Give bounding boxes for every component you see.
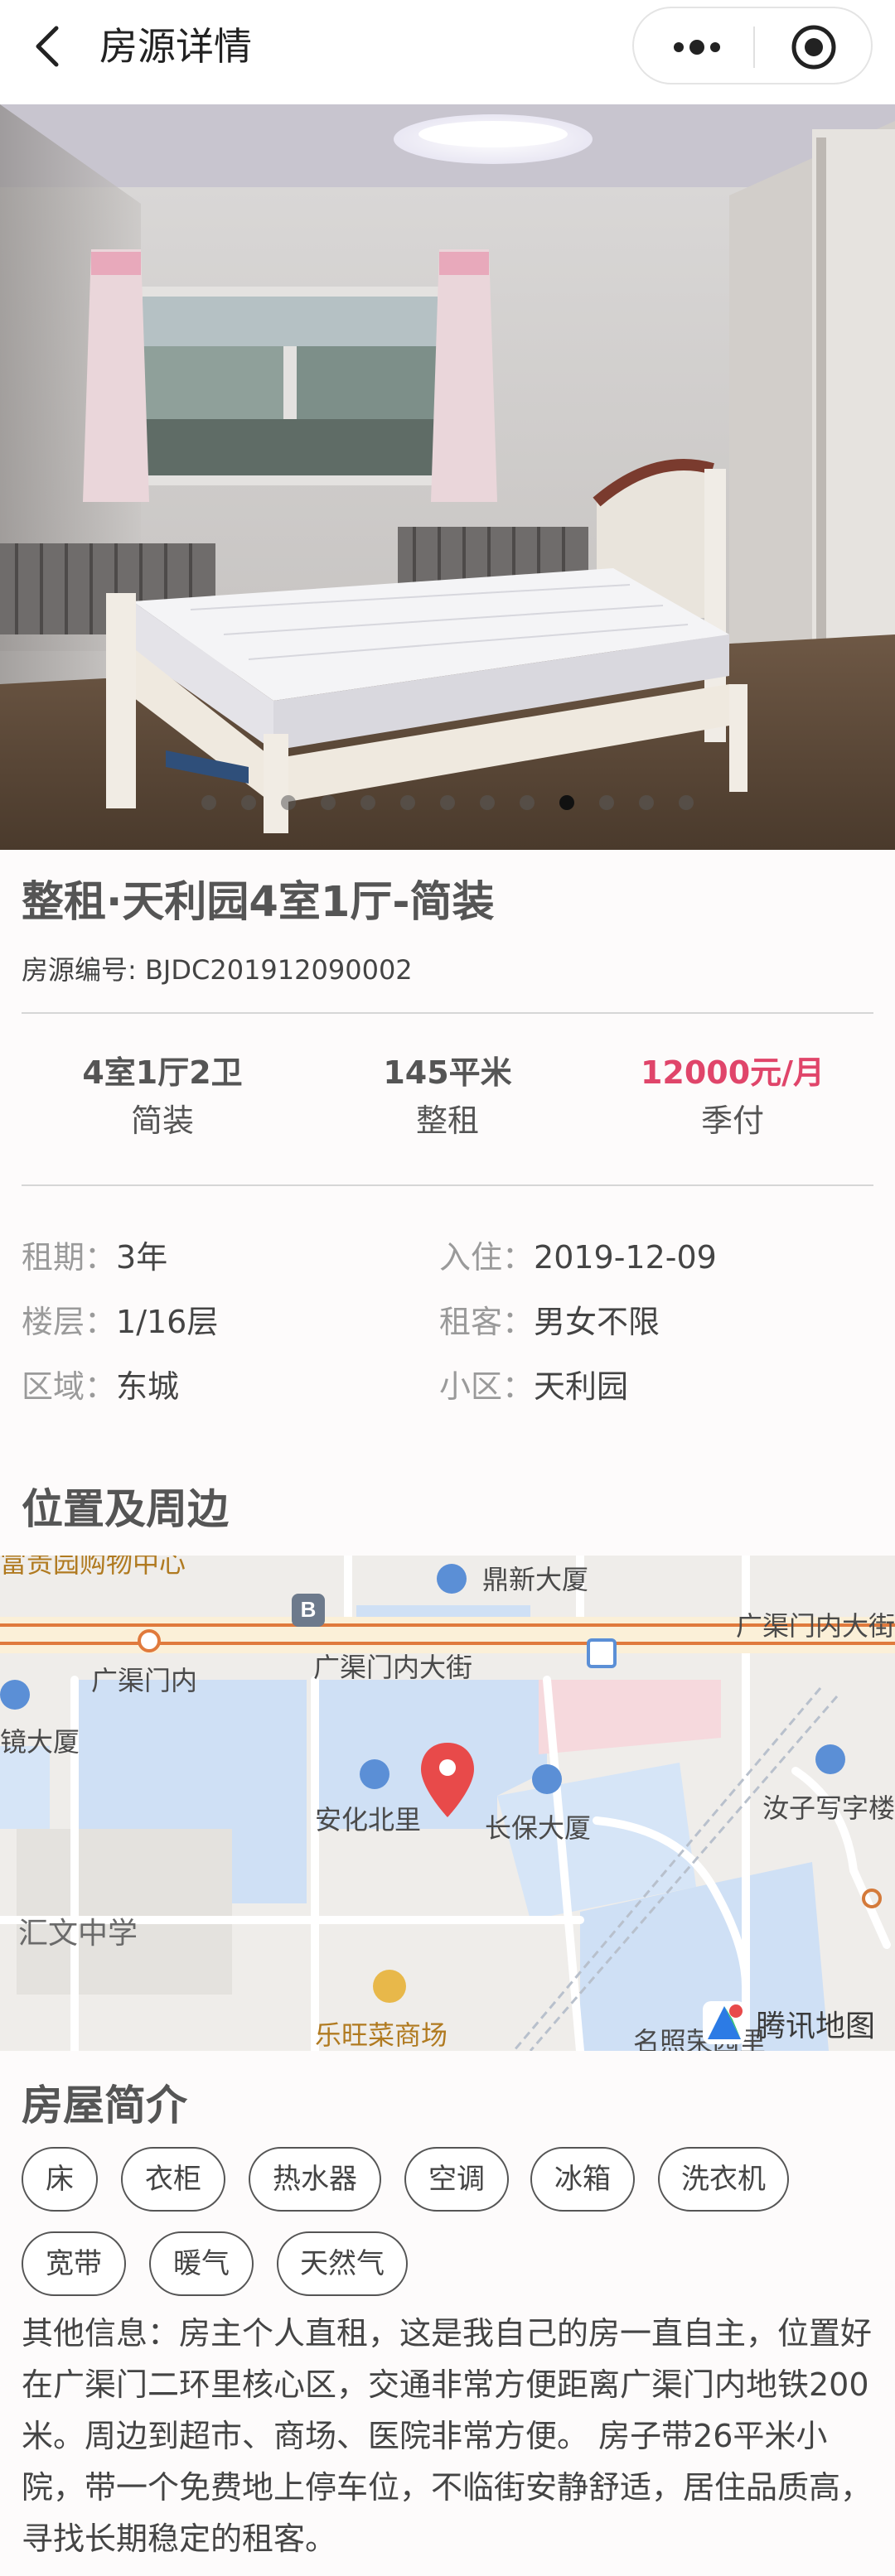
detail-label: 楼层：: [22, 1304, 117, 1340]
amenity-tag: 洗衣机: [658, 2147, 789, 2212]
listing-code: 房源编号: BJDC201912090002: [22, 951, 413, 989]
summary-payment: 季付: [700, 1102, 764, 1139]
detail-value: 天利园: [534, 1368, 629, 1405]
detail-tenant: 租客：男女不限: [439, 1299, 660, 1345]
map-label-anhua: 安化北里: [315, 1805, 421, 1835]
capsule-divider: [753, 27, 755, 68]
nav-header: 房源详情: [0, 0, 895, 104]
room-photo: [0, 104, 895, 850]
location-map[interactable]: B 富贵园购物中心 鼎新大厦 广渠门内大街 广渠门内大街 广渠门内 镜大厦 安化…: [0, 1556, 895, 2051]
detail-community: 小区：天利园: [439, 1363, 628, 1410]
map-canvas: B 富贵园购物中心 鼎新大厦 广渠门内大街 广渠门内大街 广渠门内 镜大厦 安化…: [0, 1556, 895, 2051]
map-label-huiwen: 汇文中学: [18, 1916, 138, 1950]
carousel-dot[interactable]: [281, 795, 296, 810]
detail-label: 入住：: [439, 1239, 535, 1276]
map-label-ruzi: 汝子写字楼: [762, 1793, 895, 1823]
summary-area-value: 145平米: [383, 1054, 512, 1091]
carousel-dot[interactable]: [360, 795, 375, 810]
divider: [22, 1012, 873, 1014]
detail-value: 2019-12-09: [534, 1239, 717, 1276]
back-arrow-icon[interactable]: [25, 22, 75, 71]
bus-badge: B: [301, 1597, 317, 1622]
mini-program-capsule: [632, 7, 873, 84]
listing-summary: 4室1厅2卫 简装 145平米 整租 12000元/月 季付: [22, 1049, 873, 1156]
map-label-lewang: 乐旺菜商场: [315, 2020, 448, 2050]
summary-decoration: 简装: [130, 1102, 194, 1139]
carousel-dot[interactable]: [679, 795, 694, 810]
amenity-tag: 热水器: [249, 2147, 381, 2212]
carousel-dot[interactable]: [520, 795, 535, 810]
amenity-tag: 暖气: [149, 2231, 254, 2296]
detail-label: 租期：: [22, 1239, 117, 1276]
amenity-tag: 冰箱: [530, 2147, 635, 2212]
summary-price-value: 12000元/月: [640, 1054, 825, 1091]
carousel-dot[interactable]: [440, 795, 455, 810]
listing-photo-carousel[interactable]: [0, 104, 895, 850]
more-icon[interactable]: [664, 27, 730, 68]
detail-floor: 楼层：1/16层: [22, 1299, 218, 1345]
carousel-dot[interactable]: [321, 795, 336, 810]
detail-label: 区域：: [22, 1368, 117, 1405]
map-label-mall: 富贵园购物中心: [0, 1556, 186, 1578]
page-title: 房源详情: [99, 24, 252, 69]
amenity-tag: 空调: [404, 2147, 509, 2212]
carousel-dot[interactable]: [559, 795, 574, 810]
summary-layout-value: 4室1厅2卫: [82, 1054, 243, 1091]
map-label-street-right: 广渠门内大街: [736, 1611, 895, 1641]
summary-rent-type: 整租: [415, 1102, 479, 1139]
detail-move-in: 入住：2019-12-09: [439, 1234, 717, 1281]
map-label-jing-building: 镜大厦: [0, 1727, 80, 1757]
summary-area: 145平米 整租: [307, 1049, 588, 1145]
amenity-tag: 天然气: [277, 2231, 408, 2296]
carousel-dot[interactable]: [201, 795, 216, 810]
carousel-indicator: [0, 795, 895, 810]
divider: [22, 1184, 873, 1186]
detail-lease-term: 租期：3年: [22, 1234, 167, 1281]
carousel-dot[interactable]: [241, 795, 256, 810]
listing-description: 其他信息：房主个人直租，这是我自己的房一直自主，位置好在广渠门二环里核心区，交通…: [22, 2315, 873, 2557]
intro-section-title: 房屋简介: [22, 2082, 187, 2130]
summary-layout: 4室1厅2卫 简装: [22, 1049, 303, 1145]
amenity-tag: 衣柜: [121, 2147, 225, 2212]
listing-title: 整租·天利园4室1厅-简装: [22, 878, 495, 927]
detail-label: 租客：: [439, 1304, 535, 1340]
amenity-tag: 床: [22, 2147, 98, 2212]
location-section-title: 位置及周边: [22, 1485, 229, 1533]
map-label-changbao: 长保大厦: [485, 1813, 591, 1843]
close-target-icon[interactable]: [788, 22, 839, 73]
detail-district: 区域：东城: [22, 1363, 179, 1410]
detail-value: 3年: [116, 1239, 168, 1276]
map-label-mingzhao: 名照荣园里: [633, 2027, 766, 2051]
detail-value: 1/16层: [116, 1304, 219, 1340]
map-label-street-center: 广渠门内大街: [313, 1652, 472, 1682]
detail-value: 东城: [116, 1368, 180, 1405]
amenity-tag: 宽带: [22, 2231, 126, 2296]
listing-code-value: BJDC201912090002: [144, 954, 413, 986]
map-provider-label: 腾讯地图: [756, 2009, 875, 2043]
listing-code-label: 房源编号:: [22, 954, 137, 986]
carousel-dot[interactable]: [599, 795, 614, 810]
carousel-dot[interactable]: [400, 795, 415, 810]
tencent-map-logo-icon: [703, 2001, 746, 2044]
carousel-dot[interactable]: [639, 795, 654, 810]
summary-price: 12000元/月 季付: [592, 1049, 873, 1145]
map-label-guangqumennei: 广渠门内: [91, 1666, 197, 1696]
carousel-dot[interactable]: [480, 795, 495, 810]
map-label-dingxin: 鼎新大厦: [482, 1565, 588, 1594]
detail-value: 男女不限: [534, 1304, 660, 1340]
detail-label: 小区：: [439, 1368, 535, 1405]
